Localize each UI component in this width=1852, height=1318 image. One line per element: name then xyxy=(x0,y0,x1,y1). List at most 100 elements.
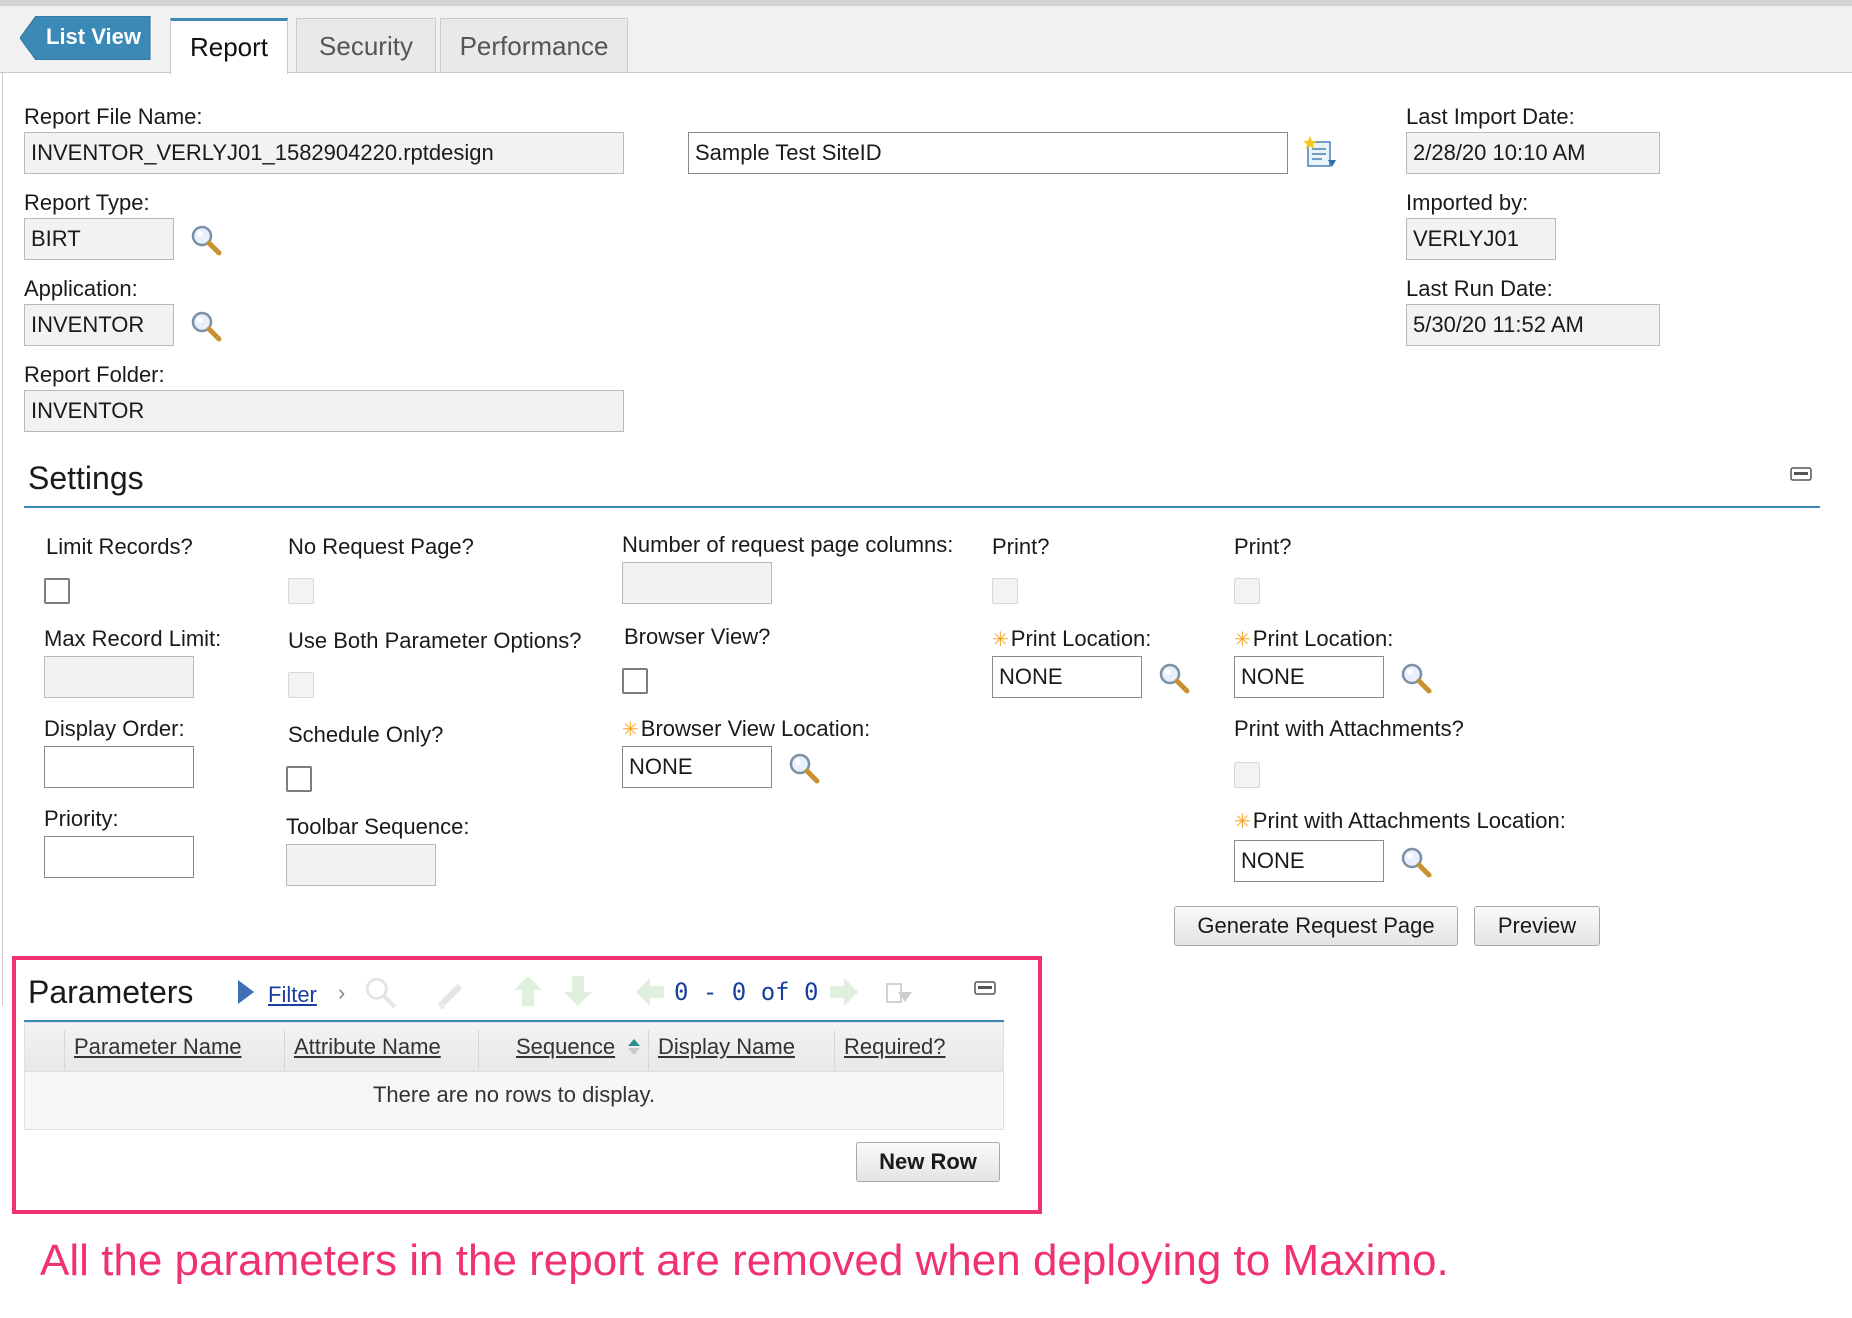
toolbar-sequence-field[interactable] xyxy=(286,844,436,886)
required-asterisk-icon: ✳ xyxy=(992,629,1009,651)
max-record-limit-field[interactable] xyxy=(44,656,194,698)
browser-view-location-label: ✳Browser View Location: xyxy=(622,716,870,742)
report-type-label: Report Type: xyxy=(24,190,150,215)
tab-security[interactable]: Security xyxy=(296,18,436,72)
print-location-search-icon-1[interactable] xyxy=(1158,662,1190,694)
last-import-date-field[interactable]: 2/28/20 10:10 AM xyxy=(1406,132,1660,174)
application-search-icon[interactable] xyxy=(190,310,222,342)
browser-view-checkbox[interactable] xyxy=(622,668,648,694)
filter-link[interactable]: Filter xyxy=(268,982,317,1008)
download-icon[interactable] xyxy=(884,978,914,1008)
display-order-field[interactable] xyxy=(44,746,194,788)
no-request-page-checkbox[interactable] xyxy=(288,578,314,604)
generate-request-page-button[interactable]: Generate Request Page xyxy=(1174,906,1458,946)
print-attachments-location-text: Print with Attachments Location: xyxy=(1252,808,1566,833)
settings-collapse-icon[interactable] xyxy=(1790,466,1812,482)
next-page-icon[interactable] xyxy=(828,976,860,1008)
use-both-parameter-options-checkbox[interactable] xyxy=(288,672,314,698)
imported-by-label: Imported by: xyxy=(1406,190,1529,215)
last-run-date-label: Last Run Date: xyxy=(1406,276,1553,301)
print-location-text-2: Print Location: xyxy=(1252,626,1394,651)
browser-view-location-search-icon[interactable] xyxy=(788,752,820,784)
priority-field[interactable] xyxy=(44,836,194,878)
schedule-only-checkbox[interactable] xyxy=(286,766,312,792)
required-asterisk-icon: ✳ xyxy=(1234,629,1251,651)
request-page-columns-field[interactable] xyxy=(622,562,772,604)
request-page-columns-label: Number of request page columns: xyxy=(622,532,954,557)
print-with-attachments-checkbox[interactable] xyxy=(1234,762,1260,788)
parameters-collapse-icon[interactable] xyxy=(974,980,996,996)
sort-ascending-icon[interactable] xyxy=(626,1036,642,1058)
priority-label: Priority: xyxy=(44,806,119,831)
report-type-search-icon[interactable] xyxy=(190,224,222,256)
column-header-sequence[interactable]: Sequence xyxy=(516,1034,615,1060)
print-label-1: Print? xyxy=(992,534,1050,559)
find-icon[interactable] xyxy=(364,976,398,1010)
print-attachments-location-field[interactable]: NONE xyxy=(1234,840,1384,882)
column-header-attribute-name[interactable]: Attribute Name xyxy=(294,1034,441,1060)
preview-button[interactable]: Preview xyxy=(1474,906,1600,946)
list-view-label: List View xyxy=(46,24,141,49)
display-order-label: Display Order: xyxy=(44,716,185,741)
print-location-field-2[interactable]: NONE xyxy=(1234,656,1384,698)
report-folder-label: Report Folder: xyxy=(24,362,165,387)
tab-report-label: Report xyxy=(189,32,269,62)
pagination-text: 0 - 0 of 0 xyxy=(674,978,819,1006)
tab-performance[interactable]: Performance xyxy=(440,18,628,72)
long-description-icon[interactable] xyxy=(1302,134,1338,170)
filter-expand-icon[interactable] xyxy=(236,978,256,1006)
tab-security-label: Security xyxy=(319,31,413,61)
print-attachments-location-label: ✳Print with Attachments Location: xyxy=(1234,808,1566,834)
settings-divider xyxy=(24,506,1820,508)
report-file-name-label: Report File Name: xyxy=(24,104,203,129)
filter-chevron-icon[interactable]: › xyxy=(338,980,345,1006)
browser-view-location-field[interactable]: NONE xyxy=(622,746,772,788)
imported-by-field[interactable]: VERLYJ01 xyxy=(1406,218,1556,260)
previous-row-icon[interactable] xyxy=(512,974,544,1008)
print-location-field-1[interactable]: NONE xyxy=(992,656,1142,698)
application-field[interactable]: INVENTOR xyxy=(24,304,174,346)
column-header-parameter-name[interactable]: Parameter Name xyxy=(74,1034,242,1060)
browser-view-location-text: Browser View Location: xyxy=(640,716,871,741)
left-edge-line xyxy=(2,6,3,1006)
application-label: Application: xyxy=(24,276,138,301)
column-separator xyxy=(284,1030,285,1070)
new-row-button[interactable]: New Row xyxy=(856,1142,1000,1182)
report-file-name-field[interactable]: INVENTOR_VERLYJ01_1582904220.rptdesign xyxy=(24,132,624,174)
limit-records-checkbox[interactable] xyxy=(44,578,70,604)
report-description-field[interactable]: Sample Test SiteID xyxy=(688,132,1288,174)
column-separator xyxy=(648,1030,649,1070)
max-record-limit-label: Max Record Limit: xyxy=(44,626,222,651)
tab-performance-label: Performance xyxy=(459,31,609,61)
browser-view-label: Browser View? xyxy=(624,624,771,649)
print-location-text-1: Print Location: xyxy=(1010,626,1152,651)
print-label-2: Print? xyxy=(1234,534,1292,559)
column-header-required[interactable]: Required? xyxy=(844,1034,946,1060)
empty-table-message: There are no rows to display. xyxy=(372,1082,656,1107)
print-checkbox-2[interactable] xyxy=(1234,578,1260,604)
annotation-text: All the parameters in the report are rem… xyxy=(40,1236,1449,1285)
column-separator xyxy=(478,1030,479,1070)
next-row-icon[interactable] xyxy=(562,974,594,1008)
print-location-label-2: ✳Print Location: xyxy=(1234,626,1393,652)
list-view-button[interactable]: List View xyxy=(19,15,152,61)
previous-page-icon[interactable] xyxy=(634,976,666,1008)
parameters-title: Parameters xyxy=(28,974,194,1010)
required-asterisk-icon: ✳ xyxy=(1234,811,1251,833)
column-header-display-name[interactable]: Display Name xyxy=(658,1034,795,1060)
print-location-label-1: ✳Print Location: xyxy=(992,626,1151,652)
limit-records-label: Limit Records? xyxy=(46,534,193,559)
column-separator xyxy=(64,1030,65,1070)
tab-report[interactable]: Report xyxy=(170,18,288,74)
use-both-parameter-options-label: Use Both Parameter Options? xyxy=(288,628,582,653)
clear-filter-icon[interactable] xyxy=(434,978,468,1012)
report-type-field[interactable]: BIRT xyxy=(24,218,174,260)
print-with-attachments-label: Print with Attachments? xyxy=(1234,716,1464,741)
print-location-search-icon-2[interactable] xyxy=(1400,662,1432,694)
column-separator xyxy=(834,1030,835,1070)
last-import-date-label: Last Import Date: xyxy=(1406,104,1575,129)
last-run-date-field[interactable]: 5/30/20 11:52 AM xyxy=(1406,304,1660,346)
report-folder-field[interactable]: INVENTOR xyxy=(24,390,624,432)
print-checkbox-1[interactable] xyxy=(992,578,1018,604)
print-attachments-location-search-icon[interactable] xyxy=(1400,846,1432,878)
